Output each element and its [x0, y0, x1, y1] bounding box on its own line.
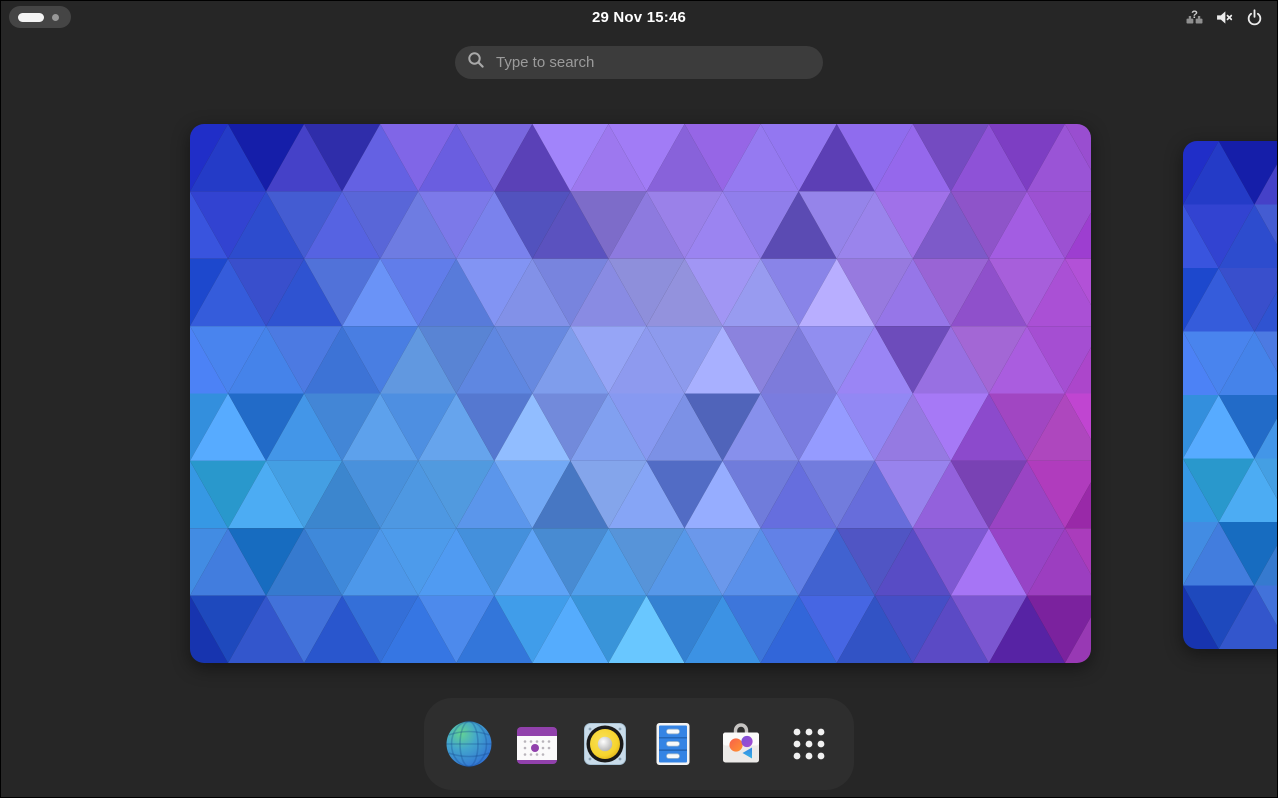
workspace-indicator[interactable]	[9, 6, 71, 28]
dock-item-calendar[interactable]	[513, 720, 561, 768]
wallpaper-image	[190, 124, 1091, 663]
dock-item-music[interactable]	[581, 720, 629, 768]
svg-text:?: ?	[1191, 9, 1198, 21]
power-icon[interactable]	[1246, 9, 1263, 26]
calendar-icon	[513, 720, 561, 768]
web-globe-icon	[445, 720, 493, 768]
clock-button[interactable]: 29 Nov 15:46	[592, 1, 686, 33]
volume-muted-icon[interactable]	[1216, 9, 1233, 26]
search-entry[interactable]	[455, 46, 823, 79]
workspace-active-pill	[18, 13, 44, 22]
software-bag-icon	[717, 720, 765, 768]
network-unknown-icon[interactable]: ?	[1186, 9, 1203, 26]
wallpaper-image-next	[1183, 141, 1278, 649]
dock-item-show-apps[interactable]	[785, 720, 833, 768]
search-row	[1, 46, 1277, 79]
file-cabinet-icon	[649, 720, 697, 768]
workspace-thumbnail-current[interactable]	[190, 124, 1091, 663]
dash	[424, 698, 854, 790]
dock-item-web[interactable]	[445, 720, 493, 768]
speaker-music-icon	[581, 720, 629, 768]
gnome-activities-overview: 29 Nov 15:46 ?	[0, 0, 1278, 798]
top-bar: 29 Nov 15:46 ?	[1, 1, 1277, 33]
workspace-inactive-dot	[52, 14, 59, 21]
search-icon	[467, 51, 485, 74]
dock-item-files[interactable]	[649, 720, 697, 768]
show-applications-grid-icon	[789, 724, 829, 764]
system-status-area: ?	[1186, 1, 1269, 33]
workspace-thumbnail-next[interactable]	[1183, 141, 1278, 649]
search-input[interactable]	[494, 53, 811, 72]
dock-item-software[interactable]	[717, 720, 765, 768]
